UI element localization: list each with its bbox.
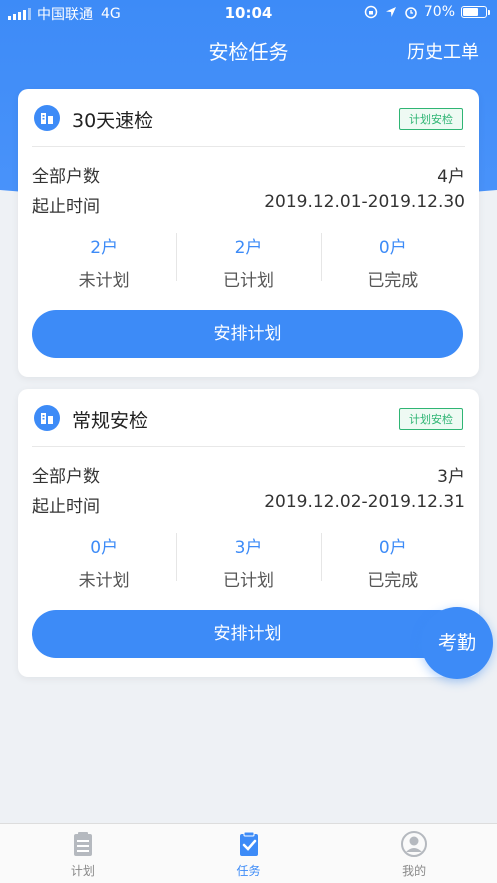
history-orders-link[interactable]: 历史工单 xyxy=(407,38,479,64)
alarm-icon xyxy=(405,7,417,19)
stat-unplanned[interactable]: 0户 未计划 xyxy=(32,525,176,597)
arrange-plan-button[interactable]: 安排计划 xyxy=(32,310,463,358)
task-card: 常规安检 计划安检 全部户数 3户 起止时间 2019.12.02-2019.1… xyxy=(18,389,479,677)
period-value: 2019.12.01-2019.12.30 xyxy=(264,192,465,212)
stat-number: 0户 xyxy=(90,538,119,558)
stat-completed[interactable]: 0户 已完成 xyxy=(320,525,465,597)
total-households-value: 4户 xyxy=(437,167,465,187)
stat-label: 已计划 xyxy=(222,571,274,591)
building-icon xyxy=(34,405,60,431)
stat-label: 已完成 xyxy=(367,271,419,291)
stat-number: 2户 xyxy=(234,238,263,258)
tab-task[interactable]: 任务 xyxy=(166,824,332,883)
tab-label: 我的 xyxy=(402,864,427,878)
task-type-tag: 计划安检 xyxy=(399,108,463,130)
stat-number: 0户 xyxy=(378,538,407,558)
clipboard-list-icon xyxy=(73,832,92,856)
stat-number: 3户 xyxy=(234,538,263,558)
stat-number: 2户 xyxy=(90,238,119,258)
arrange-plan-button[interactable]: 安排计划 xyxy=(32,610,463,658)
stat-number: 0户 xyxy=(378,238,407,258)
battery-icon xyxy=(461,6,490,18)
building-icon xyxy=(34,105,60,131)
tab-bar: 计划 任务 我的 xyxy=(0,823,497,883)
status-bar: 中国联通 4G 10:04 70% xyxy=(0,0,497,26)
total-households-value: 3户 xyxy=(437,467,465,487)
stat-label: 已计划 xyxy=(222,271,274,291)
period-value: 2019.12.02-2019.12.31 xyxy=(264,492,465,512)
stat-completed[interactable]: 0户 已完成 xyxy=(320,225,465,297)
stat-planned[interactable]: 3户 已计划 xyxy=(176,525,320,597)
attendance-float-button[interactable]: 考勤 xyxy=(421,607,493,679)
task-type-tag: 计划安检 xyxy=(399,408,463,430)
period-label: 起止时间 xyxy=(32,497,100,517)
tab-mine[interactable]: 我的 xyxy=(331,824,497,883)
user-icon xyxy=(401,831,428,857)
tab-plan[interactable]: 计划 xyxy=(0,824,166,883)
stat-unplanned[interactable]: 2户 未计划 xyxy=(32,225,176,297)
period-label: 起止时间 xyxy=(32,197,100,217)
total-households-label: 全部户数 xyxy=(32,467,100,487)
location-icon xyxy=(385,7,396,17)
clipboard-check-icon xyxy=(239,831,258,856)
tab-label: 计划 xyxy=(70,864,95,878)
task-card: 30天速检 计划安检 全部户数 4户 起止时间 2019.12.01-2019.… xyxy=(18,89,479,377)
rotation-lock-icon xyxy=(364,5,378,19)
battery-percent: 70% xyxy=(423,4,455,20)
task-title: 常规安检 xyxy=(72,410,149,432)
stat-label: 未计划 xyxy=(78,571,130,591)
stat-planned[interactable]: 2户 已计划 xyxy=(176,225,320,297)
stat-label: 已完成 xyxy=(367,571,419,591)
task-title: 30天速检 xyxy=(72,110,154,132)
stat-label: 未计划 xyxy=(78,271,130,291)
total-households-label: 全部户数 xyxy=(32,167,100,187)
tab-label: 任务 xyxy=(236,864,261,878)
